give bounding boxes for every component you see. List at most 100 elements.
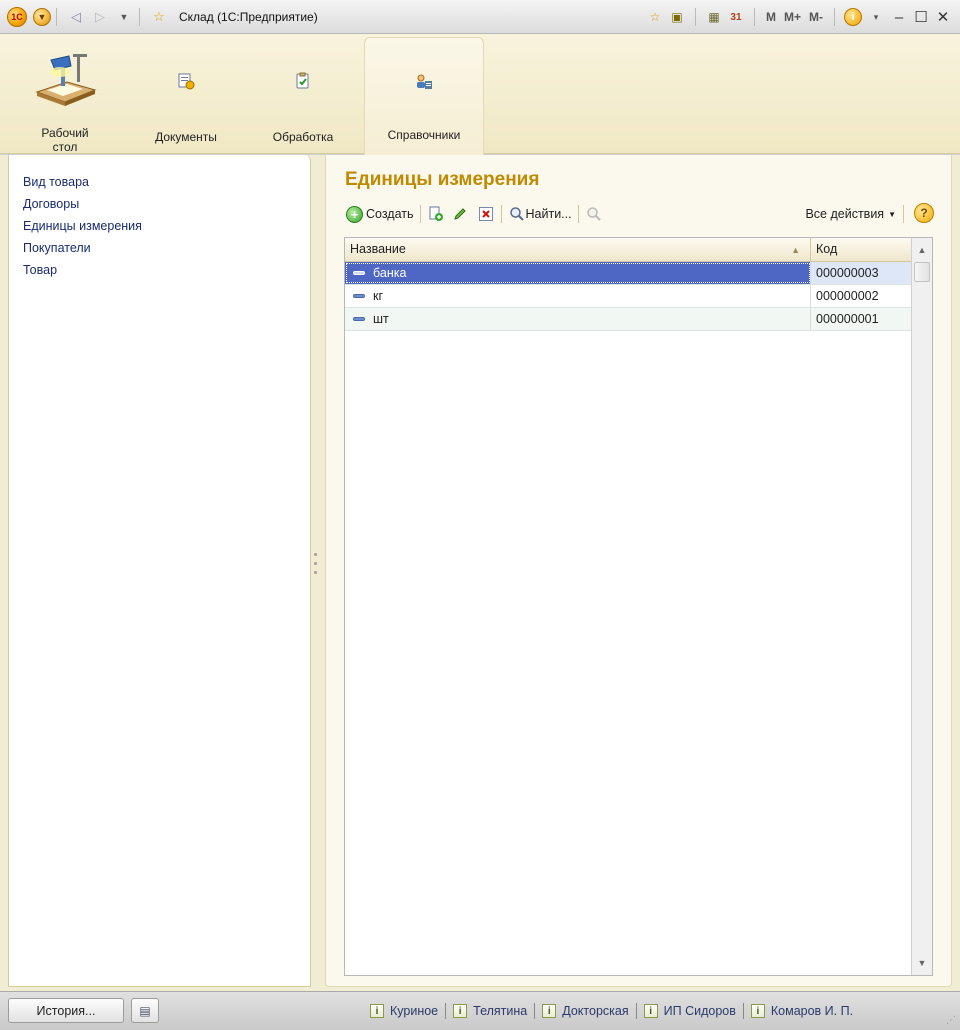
cell-code: 000000003 (811, 262, 911, 284)
table-header: Название ▲ Код (345, 238, 911, 262)
favorites-star-icon[interactable]: ☆ (149, 7, 169, 27)
nav-item-customers[interactable]: Покупатели (23, 237, 310, 259)
sections-panel: Рабочий стол Документы Обработка Справоч… (0, 34, 960, 155)
divider (742, 1003, 744, 1019)
resize-grip-icon[interactable]: ⋰ (946, 1015, 956, 1026)
form-panel: Единицы измерения + Создать Найти... Все… (325, 155, 952, 987)
status-bar: История... ▤ i Куриное i Телятина i Докт… (0, 991, 960, 1030)
history-dropdown-icon[interactable]: ▼ (114, 7, 134, 27)
section-label: Обработка (272, 130, 334, 144)
delete-button[interactable] (477, 203, 495, 225)
calendar-icon[interactable]: 31 (727, 8, 745, 26)
calculator-icon[interactable]: ▦ (705, 8, 723, 26)
scroll-thumb[interactable] (914, 262, 930, 282)
find-label: Найти... (525, 207, 572, 221)
forward-arrow-icon[interactable]: ▷ (90, 7, 110, 27)
back-arrow-icon[interactable]: ◁ (66, 7, 86, 27)
divider (500, 205, 502, 223)
scroll-down-icon[interactable]: ▼ (912, 953, 932, 973)
table-body: банка 000000003 кг 000000002 шт 00000000… (345, 262, 911, 331)
recent-item-label: Куриное (390, 1004, 439, 1018)
main-area: Вид товара Договоры Единицы измерения По… (0, 155, 960, 991)
add-favorite-icon[interactable]: ☆ (646, 8, 664, 26)
section-documents[interactable]: Документы (130, 34, 242, 152)
recent-item[interactable]: i ИП Сидоров (643, 1004, 736, 1018)
form-toolbar: + Создать Найти... Все действия ▼ ? (346, 203, 934, 225)
divider (903, 205, 904, 223)
delete-icon (477, 205, 495, 223)
navigation-panel: Вид товара Договоры Единицы измерения По… (8, 155, 311, 987)
copy-button[interactable] (427, 203, 445, 225)
scroll-up-icon[interactable]: ▲ (912, 240, 932, 260)
section-desktop[interactable]: Рабочий стол (0, 34, 130, 154)
column-header-name[interactable]: Название ▲ (345, 238, 811, 261)
recent-item[interactable]: i Докторская (542, 1004, 629, 1018)
create-label: Создать (366, 207, 414, 221)
edit-button[interactable] (451, 203, 469, 225)
recent-item-label: Комаров И. П. (770, 1004, 854, 1018)
close-icon[interactable]: ✕ (934, 8, 952, 26)
sort-ascending-icon: ▲ (791, 245, 800, 255)
section-processing[interactable]: Обработка (242, 34, 364, 152)
recent-items: i Куриное i Телятина i Докторская i ИП С… (370, 1003, 853, 1019)
column-header-code[interactable]: Код (811, 238, 911, 261)
divider (694, 8, 696, 26)
divider (139, 7, 140, 26)
copy-add-icon (427, 205, 445, 223)
cell-name: банка (345, 262, 811, 284)
create-button[interactable]: + Создать (346, 203, 414, 225)
table-row[interactable]: шт 000000001 (345, 308, 911, 331)
window-title: Склад (1С:Предприятие) (179, 9, 318, 24)
form-title: Единицы измерения (345, 169, 540, 190)
catalogs-icon (392, 53, 456, 111)
info-item-icon: i (542, 1004, 557, 1018)
nav-item-units[interactable]: Единицы измерения (23, 215, 310, 237)
main-menu-icon[interactable]: ▼ (33, 7, 51, 26)
info-item-icon: i (453, 1004, 468, 1018)
memory-mminus-button[interactable]: M- (807, 10, 825, 24)
column-label: Код (816, 242, 838, 256)
info-icon[interactable]: i (844, 8, 862, 26)
divider (753, 8, 755, 26)
plus-icon: + (346, 205, 363, 223)
element-icon (353, 271, 365, 275)
element-icon (353, 294, 365, 298)
element-icon (353, 317, 365, 321)
panel-splitter[interactable] (314, 553, 318, 580)
minimize-icon[interactable]: – (890, 9, 908, 26)
app-logo-icon[interactable]: 1С (7, 6, 27, 27)
nav-item-contracts[interactable]: Договоры (23, 193, 310, 215)
title-bar: 1С ▼ ◁ ▷ ▼ ☆ Склад (1С:Предприятие) ☆ ▣ … (0, 0, 960, 34)
recent-item-label: Докторская (562, 1004, 629, 1018)
section-label: Справочники (387, 128, 461, 142)
all-actions-menu[interactable]: Все действия ▼ (805, 205, 904, 223)
info-item-icon: i (643, 1004, 658, 1018)
table-row[interactable]: кг 000000002 (345, 285, 911, 308)
info-dropdown-icon[interactable]: ▾ (866, 7, 886, 27)
magnifier-icon (508, 205, 526, 223)
memory-mplus-button[interactable]: M+ (782, 10, 803, 24)
cell-code: 000000002 (816, 289, 879, 303)
memory-m-button[interactable]: M (764, 10, 778, 24)
maximize-icon[interactable]: ☐ (912, 8, 930, 26)
bookmark-icon[interactable]: ▣ (668, 8, 686, 26)
divider (577, 205, 579, 223)
vertical-scrollbar[interactable]: ▲ ▼ (911, 238, 932, 975)
history-button[interactable]: История... (8, 998, 124, 1023)
cancel-search-button[interactable] (585, 203, 603, 225)
messages-button[interactable]: ▤ (131, 998, 159, 1023)
recent-item[interactable]: i Телятина (453, 1004, 527, 1018)
pencil-icon (451, 205, 469, 223)
section-catalogs[interactable]: Справочники (364, 37, 484, 155)
recent-item[interactable]: i Куриное (370, 1004, 438, 1018)
help-icon[interactable]: ? (914, 203, 934, 223)
recent-item[interactable]: i Комаров И. П. (750, 1004, 854, 1018)
find-button[interactable]: Найти... (508, 203, 572, 225)
cell-code: 000000001 (816, 312, 879, 326)
section-label: Документы (155, 130, 217, 144)
nav-item-goods[interactable]: Товар (23, 259, 310, 281)
cell-name: шт (345, 308, 811, 330)
nav-item-product-type[interactable]: Вид товара (23, 171, 310, 193)
divider (419, 205, 421, 223)
table-row[interactable]: банка 000000003 (345, 262, 911, 285)
